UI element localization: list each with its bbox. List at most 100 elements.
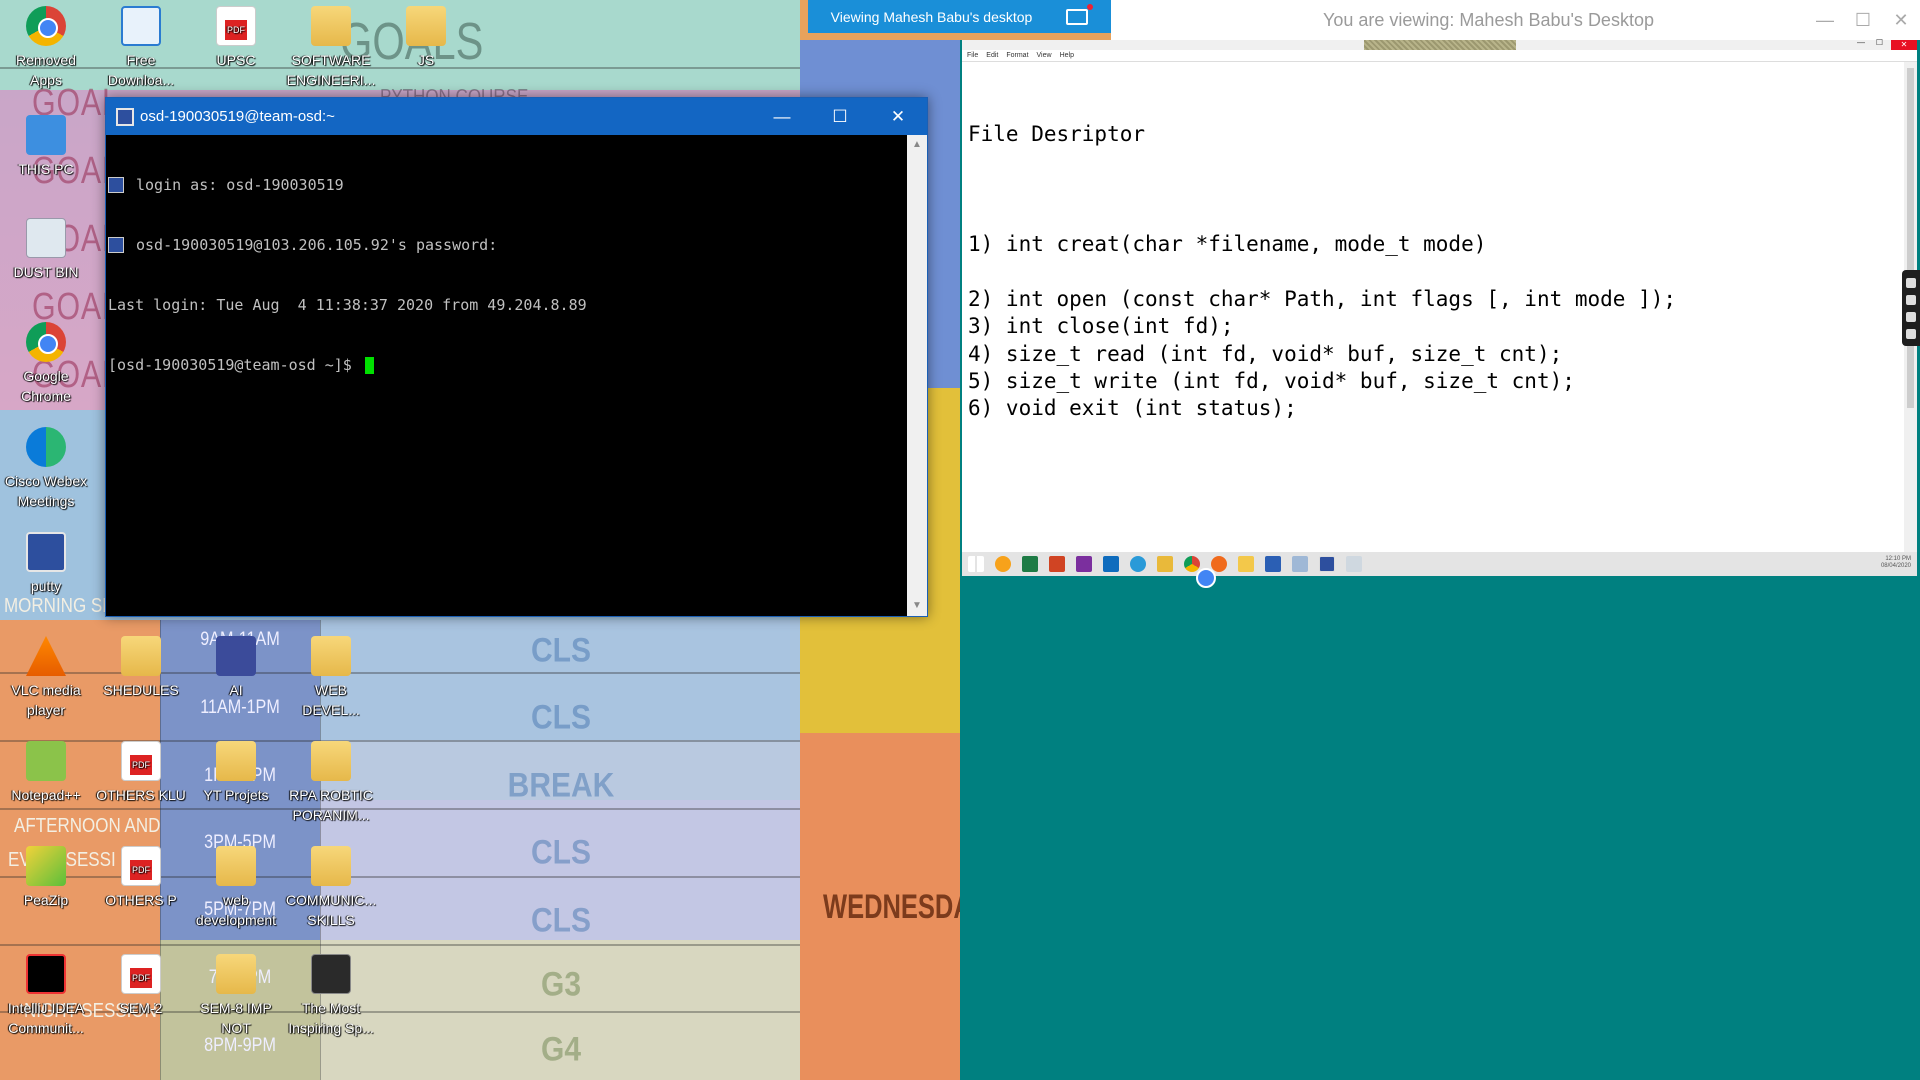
scrollbar-thumb[interactable] <box>1907 68 1914 408</box>
remote-minimize-icon[interactable]: — <box>1857 38 1865 47</box>
desktop-icon-rpa-robotic[interactable]: RPA ROBTIC PORANIM... <box>285 741 377 825</box>
desktop-icon-label: THIS PC <box>18 161 74 177</box>
desktop-icon-web-devel[interactable]: WEB DEVEL... <box>285 636 377 720</box>
powerpoint-icon[interactable] <box>1049 556 1065 572</box>
desktop-icon-web-development[interactable]: web development <box>190 846 282 930</box>
desktop-icon-removed-apps[interactable]: Removed Apps <box>0 6 92 90</box>
desktop-icon-google-chrome[interactable]: Google Chrome <box>0 322 92 406</box>
terminal-scrollbar[interactable]: ▲ ▼ <box>907 135 927 616</box>
terminal-screen[interactable]: login as: osd-190030519 osd-190030519@10… <box>106 135 909 616</box>
desktop-icon-software-engineering[interactable]: SOFTWARE ENGINEERI... <box>285 6 377 90</box>
desktop-icon-shedules[interactable]: SHEDULES <box>95 636 187 700</box>
time-slot: 8PM-9PM <box>204 1035 276 1056</box>
desktop-icon-putty[interactable]: putty <box>0 532 92 596</box>
remote-notepad-window[interactable]: — ☐ ✕ File Edit Format View Help File De… <box>962 38 1917 552</box>
remote-title-area <box>1364 40 1516 50</box>
folder-icon <box>216 846 256 886</box>
putty-icon[interactable] <box>1319 556 1335 572</box>
remote-taskbar[interactable]: 12:10 PM 08/04/2020 <box>962 552 1917 588</box>
pdf-icon <box>216 6 256 46</box>
desktop-icon-label: PeaZip <box>23 892 69 908</box>
webex-icon <box>26 427 66 467</box>
snipping-icon[interactable] <box>1346 556 1362 572</box>
desktop-icon-ai[interactable]: AI <box>190 636 282 700</box>
camera-icon[interactable] <box>1906 277 1916 288</box>
edge-icon[interactable] <box>1130 556 1146 572</box>
download-icon <box>121 6 161 46</box>
app-icon[interactable] <box>1292 556 1308 572</box>
desktop-icon-dust-bin[interactable]: DUST BIN <box>0 218 92 282</box>
remote-notepad-text-area[interactable]: File Desriptor 1) int creat(char *filena… <box>962 62 1917 534</box>
firefox-icon[interactable] <box>1211 556 1227 572</box>
desktop-icon-js[interactable]: JS <box>380 6 472 70</box>
viewer-maximize-button[interactable]: ☐ <box>1844 10 1882 31</box>
folder-app-icon[interactable] <box>1157 556 1173 572</box>
scroll-up-icon[interactable]: ▲ <box>907 135 927 155</box>
desktop-icon-sem-8[interactable]: SEM-8 IMP NOT <box>190 954 282 1038</box>
putty-window[interactable]: osd-190030519@team-osd:~ — ☐ ✕ login as:… <box>105 97 928 617</box>
menu-format[interactable]: Format <box>1006 52 1028 59</box>
desktop-icon-this-pc[interactable]: THIS PC <box>0 115 92 179</box>
close-button[interactable]: ✕ <box>869 98 927 135</box>
word-icon[interactable] <box>1265 556 1281 572</box>
share-screen-icon[interactable] <box>1066 3 1094 25</box>
desktop-icon-notepadpp[interactable]: Notepad++ <box>0 741 92 805</box>
scroll-down-icon[interactable]: ▼ <box>907 596 927 616</box>
notepad-heading: File Desriptor <box>968 122 1146 146</box>
viewer-titlebar[interactable]: You are viewing: Mahesh Babu's Desktop —… <box>1111 0 1920 40</box>
chrome-icon[interactable] <box>1184 556 1216 588</box>
desktop-icon-others-klu[interactable]: OTHERS KLU <box>95 741 187 805</box>
recycle-bin-icon <box>26 218 66 258</box>
desktop-icon-vlc[interactable]: VLC media player <box>0 636 92 720</box>
viewer-minimize-button[interactable]: — <box>1806 10 1844 31</box>
maximize-button[interactable]: ☐ <box>811 98 869 135</box>
file-explorer-icon[interactable] <box>1238 556 1254 572</box>
menu-edit[interactable]: Edit <box>986 52 998 59</box>
windows-start-icon[interactable] <box>968 556 984 572</box>
desktop-icon-label: YT Projets <box>203 787 269 803</box>
excel-icon[interactable] <box>1022 556 1038 572</box>
slot-label: BREAK <box>507 766 615 805</box>
desktop-icon-peazip[interactable]: PeaZip <box>0 846 92 910</box>
outlook-icon[interactable] <box>1103 556 1119 572</box>
menu-file[interactable]: File <box>967 52 978 59</box>
desktop-icon-label: Notepad++ <box>11 787 81 803</box>
remote-clock[interactable]: 12:10 PM 08/04/2020 <box>1881 556 1911 570</box>
slot-label: CLS <box>531 901 591 940</box>
video-icon[interactable] <box>1906 294 1916 305</box>
desktop-icon-label: AI <box>229 682 243 698</box>
putty-titlebar[interactable]: osd-190030519@team-osd:~ — ☐ ✕ <box>106 98 927 135</box>
menu-view[interactable]: View <box>1037 52 1052 59</box>
terminal-line: Last login: Tue Aug 4 11:38:37 2020 from… <box>108 295 907 315</box>
chrome-icon <box>26 322 66 362</box>
media-player-icon[interactable] <box>995 556 1011 572</box>
sharing-banner[interactable]: Viewing Mahesh Babu's desktop <box>808 0 1111 33</box>
folder-icon <box>216 954 256 994</box>
remote-desktop-view[interactable]: — ☐ ✕ File Edit Format View Help File De… <box>960 38 1920 1080</box>
desktop-icon-free-download[interactable]: Free Downloa... <box>95 6 187 90</box>
desktop-icon-cisco-webex[interactable]: Cisco Webex Meetings <box>0 427 92 511</box>
desktop-icon-communication-skills[interactable]: COMMUNIC... SKILLS <box>285 846 377 930</box>
video-icon <box>311 954 351 994</box>
viewer-title: You are viewing: Mahesh Babu's Desktop <box>1323 9 1654 30</box>
desktop-icon-most-inspiring[interactable]: The Most Inspiring Sp... <box>285 954 377 1038</box>
desktop-icon-label: SHEDULES <box>103 682 179 698</box>
viewer-side-toolbar[interactable] <box>1902 270 1920 346</box>
onenote-icon[interactable] <box>1076 556 1092 572</box>
desktop-icon-others-p[interactable]: OTHERS P <box>95 846 187 910</box>
remote-notepad-titlebar[interactable]: — ☐ ✕ <box>962 38 1917 50</box>
minimize-button[interactable]: — <box>753 98 811 135</box>
folder-icon <box>216 741 256 781</box>
gear-icon[interactable] <box>1906 328 1916 339</box>
remote-close-icon[interactable]: ✕ <box>1891 40 1917 50</box>
desktop-icon-yt-projets[interactable]: YT Projets <box>190 741 282 805</box>
menu-help[interactable]: Help <box>1060 52 1074 59</box>
notepadpp-icon <box>26 741 66 781</box>
desktop-icon-upsc[interactable]: UPSC <box>190 6 282 70</box>
share-icon[interactable] <box>1906 311 1916 322</box>
remote-maximize-icon[interactable]: ☐ <box>1876 38 1883 47</box>
book-icon <box>216 636 256 676</box>
desktop-icon-intellij[interactable]: IntelliJ IDEA Communit... <box>0 954 92 1038</box>
desktop-icon-sem-2[interactable]: SEM-2 <box>95 954 187 1018</box>
viewer-close-button[interactable]: ✕ <box>1882 10 1920 31</box>
